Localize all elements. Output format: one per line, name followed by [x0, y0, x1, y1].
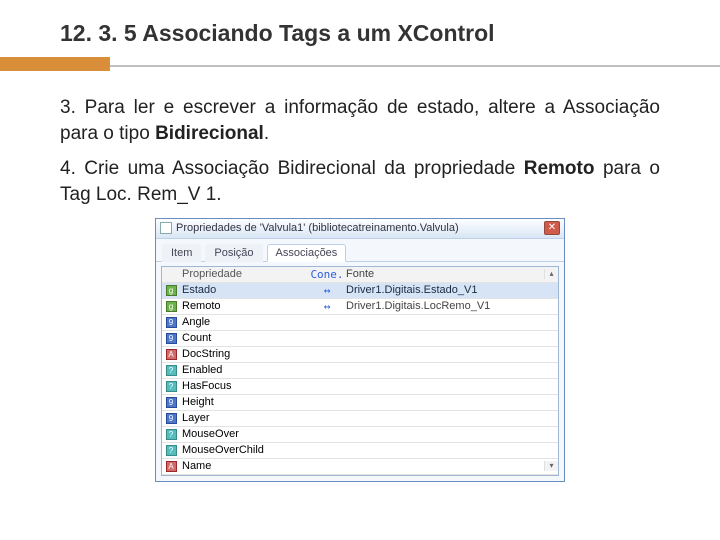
table-row[interactable]: ?MouseOver — [162, 427, 558, 443]
cell-prop: Layer — [180, 412, 310, 424]
table-row[interactable]: 9Height — [162, 395, 558, 411]
heading-rule — [40, 57, 680, 75]
type-icon: g — [166, 285, 177, 296]
table-row[interactable]: ?Enabled — [162, 363, 558, 379]
body-text: . — [264, 123, 269, 144]
table-row[interactable]: gRemoto↔Driver1.Digitais.LocRemo_V1 — [162, 299, 558, 315]
cell-font: Driver1.Digitais.LocRemo_V1 — [344, 300, 544, 312]
table-row[interactable]: ?HasFocus — [162, 379, 558, 395]
table-row[interactable]: ADocString — [162, 347, 558, 363]
type-icon: 9 — [166, 317, 177, 328]
properties-grid: Propriedade Cone. Fonte ▴ gEstado↔Driver… — [161, 266, 559, 476]
type-icon: A — [166, 349, 177, 360]
scroll-down-icon[interactable]: ▾ — [545, 461, 558, 471]
body-text: 4. Crie uma Associação Bidirecional da p… — [60, 158, 524, 179]
type-icon: 9 — [166, 397, 177, 408]
column-font[interactable]: Fonte — [344, 268, 544, 280]
cell-font: Driver1.Digitais.Estado_V1 — [344, 284, 544, 296]
dialog-titlebar[interactable]: Propriedades de 'Valvula1' (bibliotecatr… — [156, 219, 564, 239]
type-icon: g — [166, 301, 177, 312]
type-icon: ? — [166, 445, 177, 456]
type-icon: 9 — [166, 413, 177, 424]
close-button[interactable]: ✕ — [544, 221, 560, 235]
body-paragraph-1: 3. Para ler e escrever a informação de e… — [60, 95, 660, 146]
table-row[interactable]: ?MouseOverChild — [162, 443, 558, 459]
body-bold: Remoto — [524, 158, 595, 179]
type-icon: ? — [166, 429, 177, 440]
type-icon: ? — [166, 365, 177, 376]
tab-item[interactable]: Item — [162, 244, 201, 262]
table-row[interactable]: gEstado↔Driver1.Digitais.Estado_V1 — [162, 283, 558, 299]
dialog-tabs: Item Posição Associações — [156, 239, 564, 262]
column-cone[interactable]: Cone. — [310, 268, 344, 281]
table-row[interactable]: AName ▾ — [162, 459, 558, 475]
cell-prop: DocString — [180, 348, 310, 360]
cell-prop: MouseOver — [180, 428, 310, 440]
slide-heading: 12. 3. 5 Associando Tags a um XControl — [60, 20, 680, 47]
cell-prop: Estado — [180, 284, 310, 296]
tab-associacoes[interactable]: Associações — [267, 244, 347, 262]
dialog-title: Propriedades de 'Valvula1' (bibliotecatr… — [176, 222, 459, 234]
dialog-icon — [160, 222, 172, 234]
grid-header: Propriedade Cone. Fonte ▴ — [162, 267, 558, 283]
type-icon: 9 — [166, 333, 177, 344]
cell-prop: Height — [180, 396, 310, 408]
cell-prop: Count — [180, 332, 310, 344]
table-row[interactable]: 9Angle — [162, 315, 558, 331]
cell-prop: Name — [180, 460, 310, 472]
properties-dialog: Propriedades de 'Valvula1' (bibliotecatr… — [155, 218, 565, 482]
body-text: 3. Para ler e escrever a informação de e… — [60, 97, 660, 144]
cell-cone: ↔ — [310, 300, 344, 313]
cell-prop: HasFocus — [180, 380, 310, 392]
cell-prop: Remoto — [180, 300, 310, 312]
body-paragraph-2: 4. Crie uma Associação Bidirecional da p… — [60, 156, 660, 207]
table-row[interactable]: 9Count — [162, 331, 558, 347]
table-row[interactable]: 9Layer — [162, 411, 558, 427]
cell-cone: ↔ — [310, 284, 344, 297]
type-icon: A — [166, 461, 177, 472]
cell-prop: Angle — [180, 316, 310, 328]
scroll-up-icon[interactable]: ▴ — [545, 269, 558, 279]
cell-prop: MouseOverChild — [180, 444, 310, 456]
tab-posicao[interactable]: Posição — [205, 244, 262, 262]
column-prop[interactable]: Propriedade — [180, 268, 310, 280]
cell-prop: Enabled — [180, 364, 310, 376]
type-icon: ? — [166, 381, 177, 392]
body-bold: Bidirecional — [155, 123, 264, 144]
